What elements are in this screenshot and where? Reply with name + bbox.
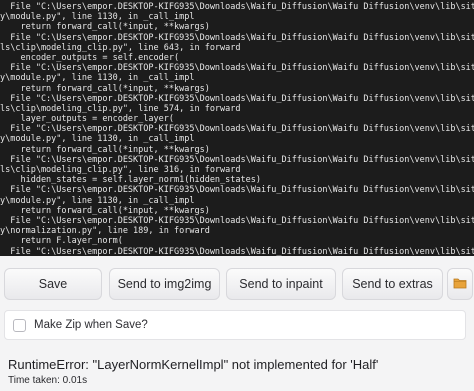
open-folder-button[interactable] <box>447 268 473 300</box>
terminal-line: File "C:\Users\empor.DESKTOP-KIFG935\Dow… <box>10 124 474 135</box>
make-zip-option: Make Zip when Save? <box>4 310 466 340</box>
terminal-line: ls\clip\modeling_clip.py", line 316, in … <box>0 165 241 175</box>
terminal-line: return forward_call(*input, **kwargs) <box>0 205 210 216</box>
terminal-line: File "C:\Users\empor.DESKTOP-KIFG935\Dow… <box>10 185 474 196</box>
terminal-output: File "C:\Users\empor.DESKTOP-KIFG935\Dow… <box>0 0 474 256</box>
terminal-line: File "C:\Users\empor.DESKTOP-KIFG935\Dow… <box>10 93 474 104</box>
terminal-line: y\module.py", line 1130, in _call_impl <box>0 73 195 84</box>
output-panel: Save Send to img2img Send to inpaint Sen… <box>0 256 474 391</box>
terminal-line: hidden_states = self.layer_norm1(hidden_… <box>0 175 261 186</box>
terminal-line: encoder_outputs = self.encoder( <box>0 52 180 63</box>
folder-icon <box>453 277 467 292</box>
terminal-line: File "C:\Users\empor.DESKTOP-KIFG935\Dow… <box>10 2 474 12</box>
terminal-line: y\normalization.py", line 189, in forwar… <box>0 226 210 237</box>
send-to-img2img-button[interactable]: Send to img2img <box>109 268 220 300</box>
terminal-line: return forward_call(*input, **kwargs) <box>0 144 210 155</box>
action-buttons: Save Send to img2img Send to inpaint Sen… <box>4 268 473 302</box>
terminal-line: File "C:\Users\empor.DESKTOP-KIFG935\Dow… <box>10 215 474 226</box>
save-button[interactable]: Save <box>4 268 102 300</box>
terminal-line: ls\clip\modeling_clip.py", line 643, in … <box>0 42 241 53</box>
terminal-line: y\module.py", line 1130, in _call_impl <box>0 195 195 206</box>
terminal-line: return F.layer_norm( <box>0 236 123 247</box>
send-to-inpaint-button[interactable]: Send to inpaint <box>226 268 336 300</box>
terminal-line: y\module.py", line 1130, in _call_impl <box>0 12 195 23</box>
terminal-line: return forward_call(*input, **kwargs) <box>0 83 210 94</box>
make-zip-label: Make Zip when Save? <box>34 319 148 331</box>
error-message: RuntimeError: "LayerNormKernelImpl" not … <box>8 357 379 372</box>
send-to-extras-button[interactable]: Send to extras <box>342 268 443 300</box>
terminal-line: ls\clip\modeling_clip.py", line 574, in … <box>0 103 241 114</box>
terminal-line: return forward_call(*input, **kwargs) <box>0 22 210 33</box>
terminal-line: File "C:\Users\empor.DESKTOP-KIFG935\Dow… <box>10 32 474 43</box>
terminal-line: y\module.py", line 1130, in _call_impl <box>0 134 195 145</box>
terminal-line: File "C:\Users\empor.DESKTOP-KIFG935\Dow… <box>10 246 474 257</box>
make-zip-checkbox[interactable] <box>13 318 26 332</box>
terminal-line: File "C:\Users\empor.DESKTOP-KIFG935\Dow… <box>10 63 474 74</box>
terminal-line: layer_outputs = encoder_layer( <box>0 114 174 125</box>
time-taken: Time taken: 0.01s <box>8 375 88 386</box>
terminal-line: File "C:\Users\empor.DESKTOP-KIFG935\Dow… <box>10 154 474 165</box>
